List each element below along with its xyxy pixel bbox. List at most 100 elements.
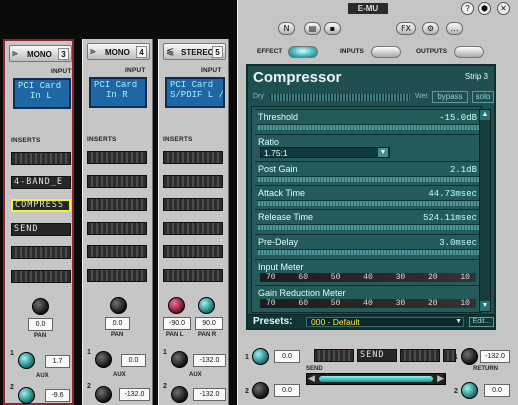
input-display[interactable]: PCI Card In R <box>89 77 147 108</box>
return-knob-2[interactable] <box>461 382 478 399</box>
insert-slot-3[interactable] <box>87 198 147 211</box>
insert-slot-3-compressor[interactable]: COMPRESS <box>11 199 71 212</box>
outputs-tab-led[interactable] <box>454 46 484 58</box>
aux-1-knob[interactable] <box>18 352 35 369</box>
insert-slot-2[interactable] <box>163 175 223 188</box>
input-display[interactable]: PCI Card S/PDIF L / R <box>165 77 225 108</box>
chevron-down-icon[interactable]: ▼ <box>455 318 462 325</box>
new-session-button[interactable]: N <box>278 22 295 35</box>
pan-right-value[interactable]: 90.0 <box>195 317 223 330</box>
aux-2-knob[interactable] <box>171 386 188 403</box>
tab-inputs[interactable]: INPUTS <box>340 48 364 55</box>
mixer-strip-5[interactable]: ⫹ STEREO 5 INPUT PCI Card S/PDIF L / R I… <box>158 39 229 405</box>
emu-logo-icon[interactable]: ⬢ <box>478 2 491 15</box>
pan-knob[interactable] <box>32 298 49 315</box>
preset-dropdown[interactable]: 000 - Default ▼ <box>306 317 464 327</box>
param-pre-delay[interactable]: Pre-Delay 3.0msec <box>255 234 481 257</box>
scroll-down-icon[interactable]: ▼ <box>480 301 490 311</box>
insert-slot-5[interactable] <box>163 245 223 258</box>
pan-value[interactable]: 0.0 <box>105 317 130 330</box>
ratio-dropdown[interactable]: 1.75:1 ▼ <box>260 147 390 158</box>
help-icon[interactable]: ? <box>461 2 474 15</box>
solo-button[interactable]: solo <box>472 91 494 103</box>
insert-slot-1[interactable] <box>11 152 71 165</box>
scroll-up-icon[interactable]: ▲ <box>480 110 490 120</box>
param-value[interactable]: 3.0msec <box>439 238 477 248</box>
param-scrollbar[interactable]: ▲ ▼ <box>479 109 491 312</box>
more-button[interactable]: … <box>446 22 463 35</box>
dry-wet-slider[interactable] <box>270 94 410 101</box>
param-value[interactable]: 2.1dB <box>450 165 477 175</box>
pan-right-knob[interactable] <box>198 297 215 314</box>
save-session-icon[interactable]: ▪ <box>324 22 341 35</box>
aux-2-value[interactable]: -132.0 <box>119 388 150 401</box>
param-threshold[interactable]: Threshold -15.0dB <box>255 109 481 132</box>
insert-slot-5[interactable] <box>11 246 71 259</box>
insert-slot-5[interactable] <box>87 245 147 258</box>
send-knob-2[interactable] <box>252 382 269 399</box>
preset-edit-button[interactable]: Edit... <box>469 317 494 327</box>
insert-slot-4-send[interactable]: SEND <box>11 223 71 236</box>
tab-effect[interactable]: EFFECT <box>257 48 282 55</box>
aux-2-value[interactable]: -132.0 <box>193 388 226 401</box>
param-slider[interactable] <box>257 249 479 255</box>
aux-1-knob[interactable] <box>171 351 188 368</box>
return-knob-1[interactable] <box>461 348 478 365</box>
pan-left-knob[interactable] <box>168 297 185 314</box>
send-slot-3[interactable] <box>400 349 440 362</box>
strip-3-header[interactable]: ⫸ MONO 3 <box>9 45 72 62</box>
insert-slot-1[interactable] <box>87 151 147 164</box>
param-release-time[interactable]: Release Time 524.11msec <box>255 209 481 232</box>
aux-1-knob[interactable] <box>95 351 112 368</box>
param-value[interactable]: 44.73msec <box>428 189 477 199</box>
insert-slot-1[interactable] <box>163 151 223 164</box>
return-value-2[interactable]: 0.0 <box>484 384 510 397</box>
send-value-2[interactable]: 0.0 <box>274 384 300 397</box>
slider-left-arrow-icon[interactable]: ◀ <box>308 373 315 384</box>
close-icon[interactable]: ✕ <box>497 2 510 15</box>
aux-2-value[interactable]: -9.6 <box>45 389 70 402</box>
insert-slot-6[interactable] <box>87 269 147 282</box>
chevron-down-icon[interactable]: ▼ <box>378 148 388 157</box>
insert-slot-2[interactable] <box>87 175 147 188</box>
return-value-1[interactable]: -132.0 <box>480 350 510 363</box>
param-slider[interactable] <box>257 224 479 230</box>
strip-5-header[interactable]: ⫹ STEREO 5 <box>163 43 226 60</box>
param-value[interactable]: 524.11msec <box>423 213 477 223</box>
pan-left-value[interactable]: -90.0 <box>163 317 191 330</box>
send-slot-left[interactable] <box>314 349 354 362</box>
fx-button[interactable]: FX <box>396 22 416 35</box>
effect-tab-led[interactable] <box>288 46 318 58</box>
param-post-gain[interactable]: Post Gain 2.1dB <box>255 161 481 184</box>
input-display[interactable]: PCI Card In L <box>13 78 71 109</box>
open-session-icon[interactable]: ▤ <box>304 22 321 35</box>
strip-4-header[interactable]: ⫸ MONO 4 <box>87 43 150 60</box>
insert-slot-4[interactable] <box>87 222 147 235</box>
param-attack-time[interactable]: Attack Time 44.73msec <box>255 185 481 208</box>
mixer-strip-3[interactable]: ⫸ MONO 3 INPUT PCI Card In L INSERTS 4-B… <box>3 39 74 405</box>
slider-right-arrow-icon[interactable]: ▶ <box>437 373 444 384</box>
aux-1-value[interactable]: 0.0 <box>121 354 146 367</box>
insert-slot-4[interactable] <box>163 222 223 235</box>
param-slider[interactable] <box>257 200 479 206</box>
inputs-tab-led[interactable] <box>371 46 401 58</box>
insert-slot-6[interactable] <box>11 270 71 283</box>
send-value-1[interactable]: 0.0 <box>274 350 300 363</box>
aux-2-knob[interactable] <box>18 387 35 404</box>
mixer-strip-4[interactable]: ⫸ MONO 4 INPUT PCI Card In R INSERTS 0.0… <box>82 39 153 405</box>
send-knob-1[interactable] <box>252 348 269 365</box>
param-slider[interactable] <box>257 124 479 130</box>
send-slot-send[interactable]: SEND <box>357 349 397 362</box>
param-ratio[interactable]: Ratio 1.75:1 ▼ <box>255 134 481 159</box>
aux-1-value[interactable]: -132.0 <box>193 354 226 367</box>
param-slider[interactable] <box>257 176 479 182</box>
send-return-slider[interactable]: ◀ ▶ <box>306 373 446 385</box>
param-value[interactable]: -15.0dB <box>439 113 477 123</box>
insert-slot-6[interactable] <box>163 269 223 282</box>
tab-outputs[interactable]: OUTPUTS <box>416 48 447 55</box>
bypass-button[interactable]: bypass <box>432 91 468 103</box>
pan-knob[interactable] <box>110 297 127 314</box>
sync-button[interactable]: ⚙ <box>422 22 439 35</box>
insert-slot-2-4band-eq[interactable]: 4-BAND_E <box>11 176 71 189</box>
insert-slot-3[interactable] <box>163 198 223 211</box>
